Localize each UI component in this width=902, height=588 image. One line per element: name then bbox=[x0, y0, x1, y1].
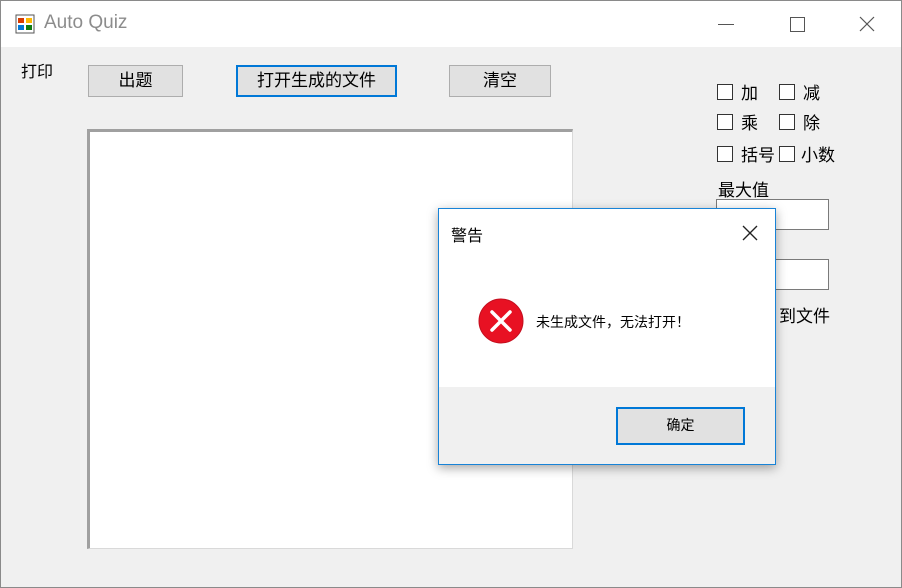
checkbox-label: 括号 bbox=[741, 146, 775, 166]
checkbox-label: 小数 bbox=[801, 146, 835, 166]
menu-item-print[interactable]: 打印 bbox=[21, 58, 53, 82]
dialog-message: 未生成文件，无法打开！ bbox=[536, 315, 690, 331]
dialog-footer: 确定 bbox=[439, 387, 775, 464]
checkbox-box[interactable] bbox=[779, 145, 795, 162]
checkbox-divide[interactable]: 除 bbox=[779, 109, 820, 134]
close-button[interactable] bbox=[844, 1, 890, 47]
checkbox-box[interactable] bbox=[779, 83, 795, 100]
max-value-label: 最大值 bbox=[718, 181, 769, 201]
checkbox-add[interactable]: 加 bbox=[717, 79, 758, 104]
checkbox-box[interactable] bbox=[717, 145, 733, 162]
minimize-icon bbox=[718, 24, 734, 25]
generate-button[interactable]: 出题 bbox=[88, 65, 183, 97]
checkbox-label: 除 bbox=[803, 114, 820, 134]
title-bar: Auto Quiz bbox=[1, 1, 901, 47]
checkbox-label: 乘 bbox=[741, 114, 758, 134]
clear-button[interactable]: 清空 bbox=[449, 65, 551, 97]
checkbox-label: 减 bbox=[803, 84, 820, 104]
checkbox-box[interactable] bbox=[779, 113, 795, 130]
maximize-button[interactable] bbox=[774, 1, 820, 47]
checkbox-label: 加 bbox=[741, 84, 758, 104]
checkbox-parentheses[interactable]: 括号 bbox=[717, 141, 775, 166]
checkbox-multiply[interactable]: 乘 bbox=[717, 109, 758, 134]
error-icon bbox=[478, 298, 524, 344]
minimize-button[interactable] bbox=[703, 1, 749, 47]
warning-dialog: 警告 未生成文件，无法打开！ 确定 bbox=[438, 208, 776, 465]
dialog-title: 警告 bbox=[451, 226, 484, 245]
close-icon bbox=[742, 225, 758, 241]
close-icon bbox=[859, 16, 875, 32]
checkbox-subtract[interactable]: 减 bbox=[779, 79, 820, 104]
window-title: Auto Quiz bbox=[44, 12, 128, 33]
checkbox-box[interactable] bbox=[717, 83, 733, 100]
dialog-close-button[interactable] bbox=[736, 219, 764, 247]
checkbox-decimal[interactable]: 小数 bbox=[779, 141, 835, 166]
checkbox-box[interactable] bbox=[717, 113, 733, 130]
maximize-icon bbox=[790, 17, 805, 32]
save-to-file-label: 到文件 bbox=[779, 307, 830, 327]
ok-button[interactable]: 确定 bbox=[616, 407, 745, 445]
open-file-button[interactable]: 打开生成的文件 bbox=[236, 65, 397, 97]
app-icon bbox=[15, 14, 35, 34]
